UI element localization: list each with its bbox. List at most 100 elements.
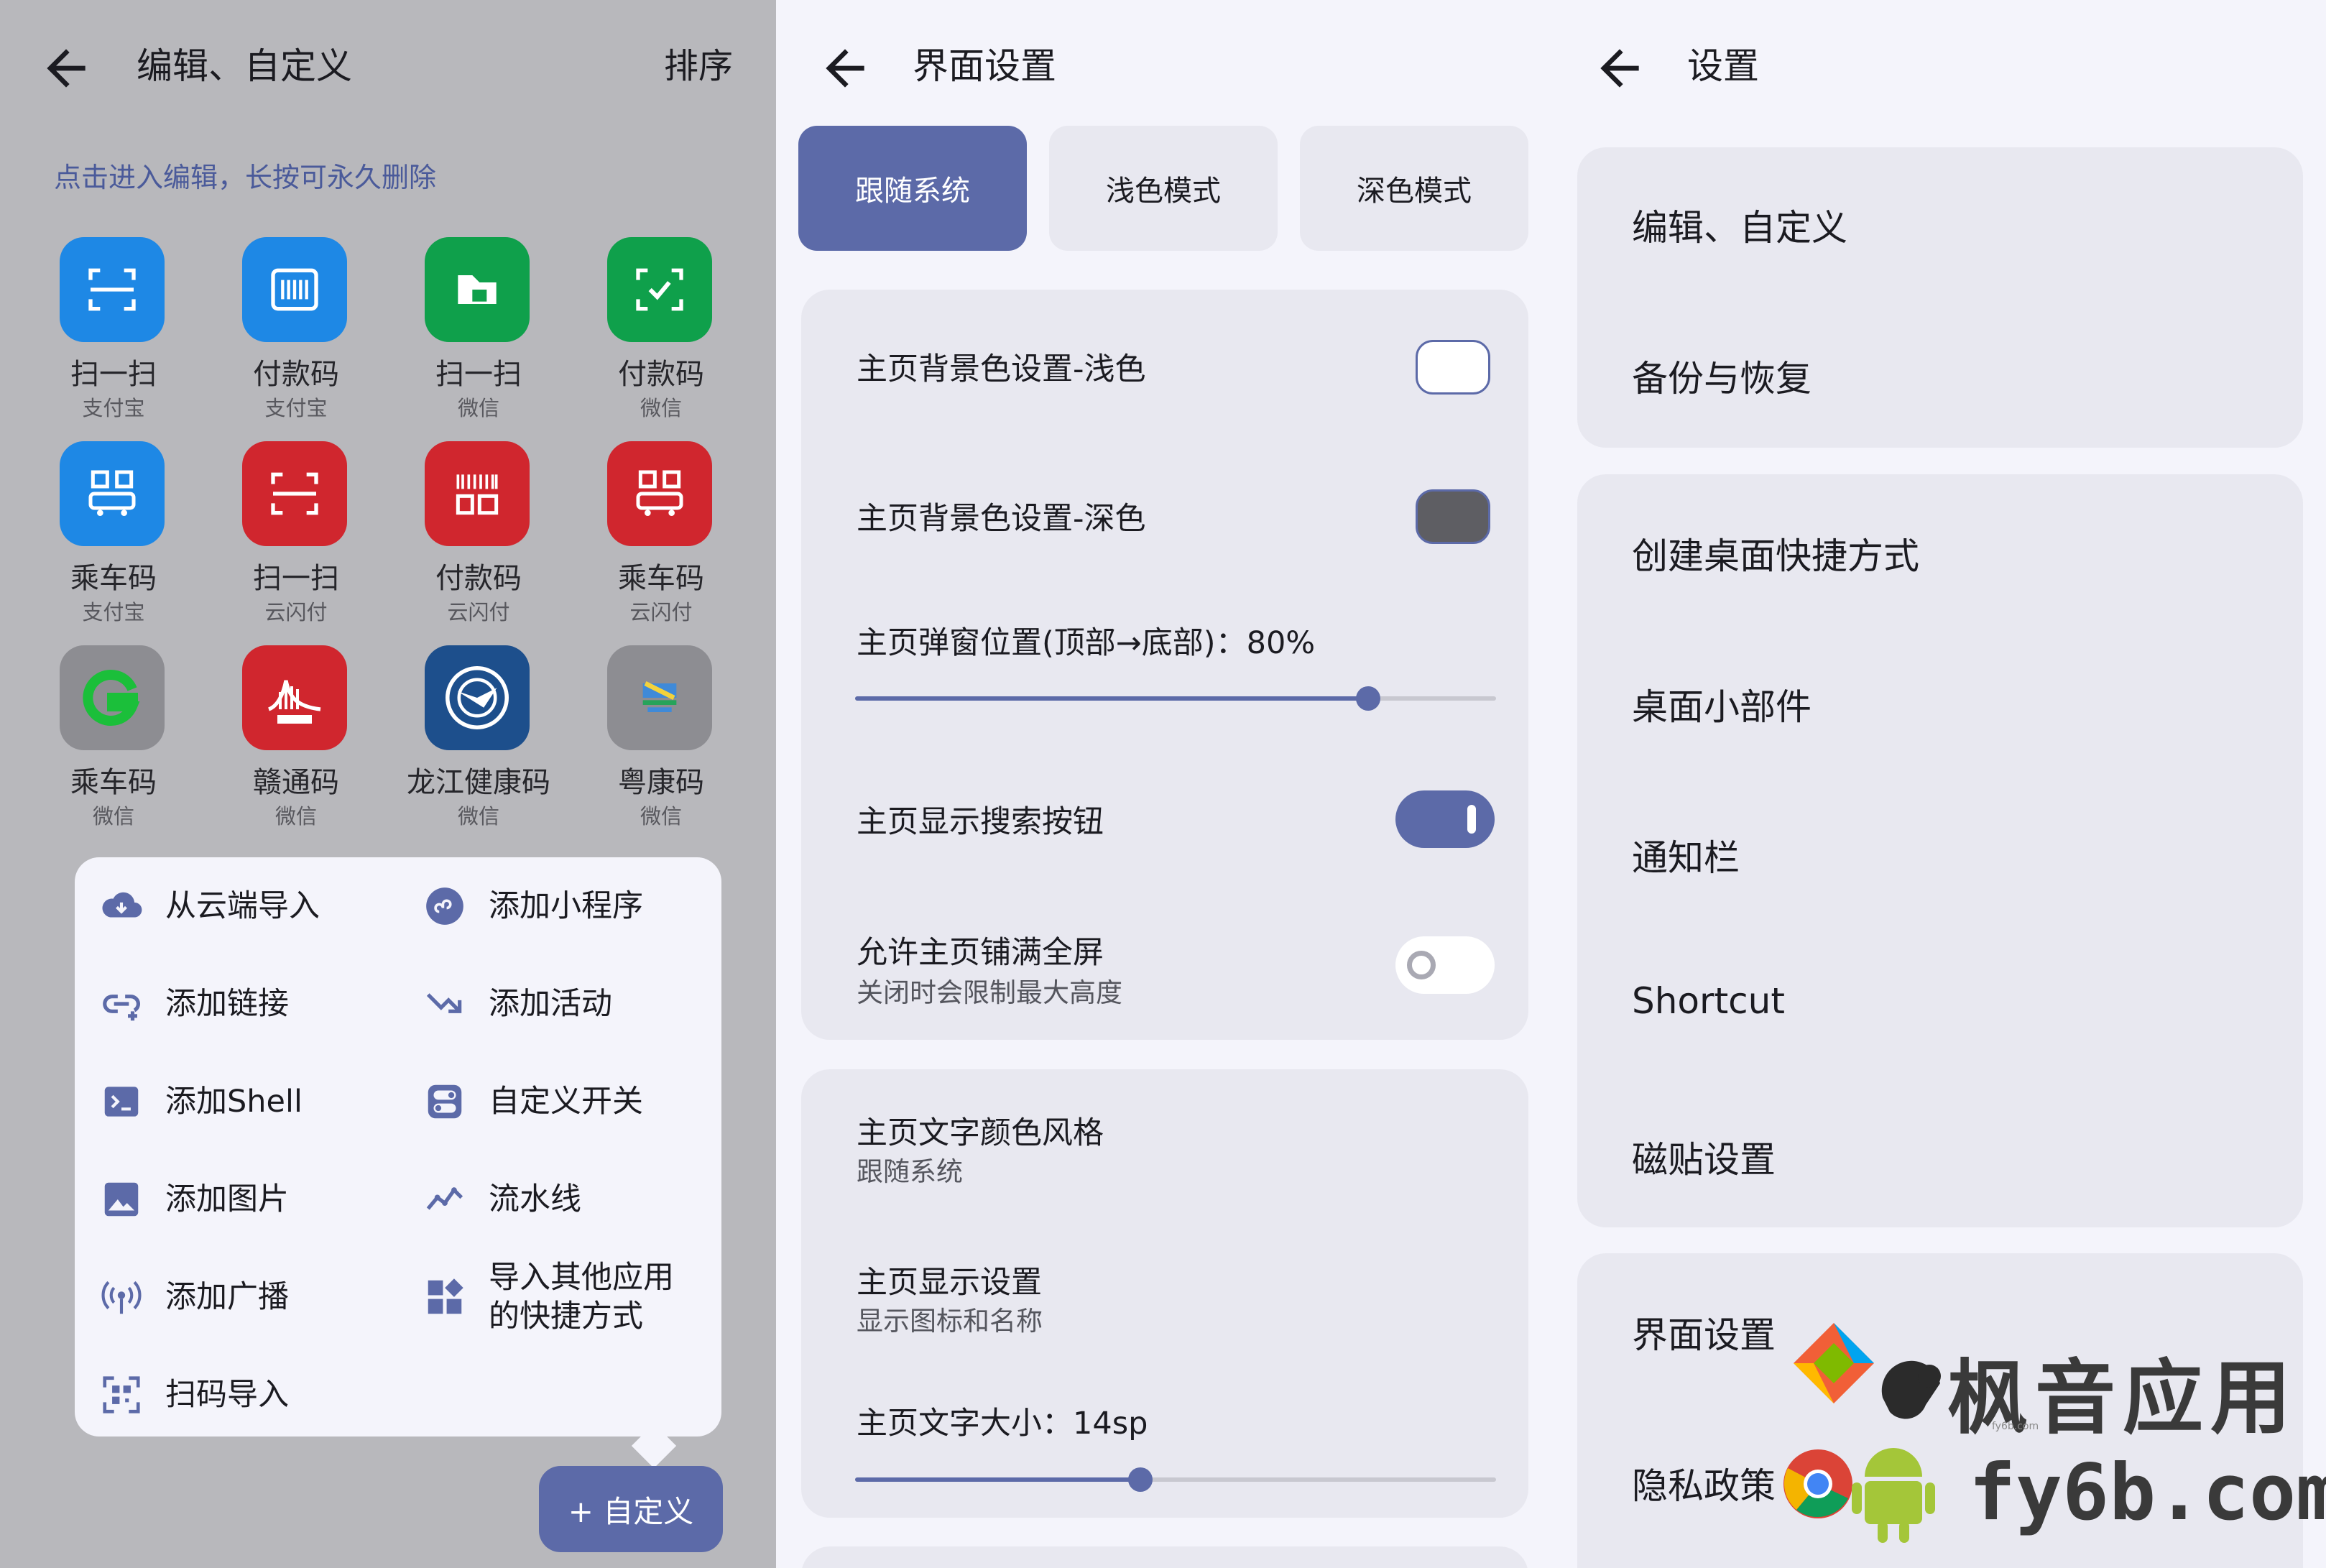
settings-item-shortcut[interactable]: Shortcut xyxy=(1632,980,1785,1022)
green-g-logo-icon xyxy=(60,645,165,750)
toggle-knob xyxy=(1407,951,1436,979)
app-source: 微信 xyxy=(640,804,682,829)
app-source: 云闪付 xyxy=(447,600,510,624)
segment-light-mode[interactable]: 浅色模式 xyxy=(1049,126,1278,251)
text-size-slider[interactable] xyxy=(855,1467,1496,1492)
slider-fill xyxy=(855,1477,1140,1482)
app-name: 龙江健康码 xyxy=(407,766,550,799)
back-arrow-icon[interactable] xyxy=(37,40,95,97)
menu-item-scan-import[interactable]: 扫码导入 xyxy=(99,1359,289,1431)
slider-fill xyxy=(855,696,1368,701)
light-bg-color-swatch[interactable] xyxy=(1416,340,1490,395)
app-tile[interactable]: 扫一扫 云闪付 xyxy=(217,434,375,628)
fullscreen-sublabel: 关闭时会限制最大高度 xyxy=(857,977,1122,1008)
app-source: 微信 xyxy=(457,396,499,420)
top-app-bar: 界面设置 xyxy=(776,0,1551,137)
barcode-icon xyxy=(242,237,347,342)
settings-card-appearance: 主页背景色设置-浅色 主页背景色设置-深色 主页弹窗位置(顶部→底部)：80% … xyxy=(801,290,1528,1040)
app-source: 微信 xyxy=(92,804,134,829)
menu-item-mini-program[interactable]: 添加小程序 xyxy=(423,870,643,942)
app-name: 乘车码 xyxy=(618,562,704,595)
app-tile[interactable]: 付款码 支付宝 xyxy=(217,230,375,424)
page-title: 设置 xyxy=(1687,45,1759,87)
settings-item-interface[interactable]: 界面设置 xyxy=(1632,1306,1776,1358)
customize-fab-button[interactable]: + 自定义 xyxy=(539,1466,723,1552)
back-arrow-icon[interactable] xyxy=(816,40,874,97)
popup-position-label: 主页弹窗位置(顶部→底部)：80% xyxy=(857,625,1316,661)
app-name: 付款码 xyxy=(253,358,339,391)
app-name: 乘车码 xyxy=(70,766,157,799)
settings-item-tile[interactable]: 磁贴设置 xyxy=(1632,1131,1776,1183)
add-menu-popup: 从云端导入 添加小程序 添加链接 添加活动 添加Shell 自定义开关 添加图片… xyxy=(75,857,721,1436)
app-name: 粤康码 xyxy=(618,766,704,799)
menu-item-add-image[interactable]: 添加图片 xyxy=(99,1163,289,1235)
app-tile[interactable]: 扫一扫 支付宝 xyxy=(34,230,193,424)
app-name: 扫一扫 xyxy=(435,358,522,391)
app-tile[interactable]: 龙江健康码 微信 xyxy=(400,638,558,832)
scan-icon xyxy=(60,237,165,342)
app-source: 云闪付 xyxy=(629,600,693,624)
watermark-url: fy6b.com xyxy=(1969,1448,2326,1538)
qr-scan-icon xyxy=(99,1373,144,1417)
app-name: 扫一扫 xyxy=(253,562,339,595)
screenshot-composite: 编辑、自定义 排序 点击进入编辑，长按可永久删除 扫一扫 支付宝 付款码 支付宝 xyxy=(0,0,2326,1568)
settings-item-widget[interactable]: 桌面小部件 xyxy=(1632,678,1812,730)
scan-icon xyxy=(242,441,347,546)
activity-arrow-icon xyxy=(423,982,467,1026)
display-settings-label[interactable]: 主页显示设置 xyxy=(857,1258,1042,1302)
page-title: 编辑、自定义 xyxy=(137,45,352,87)
app-tile[interactable]: 付款码 云闪付 xyxy=(400,434,558,628)
menu-item-pipeline[interactable]: 流水线 xyxy=(423,1163,581,1235)
bus-qr-icon xyxy=(607,441,712,546)
back-arrow-icon[interactable] xyxy=(1591,40,1648,97)
segment-dark-mode[interactable]: 深色模式 xyxy=(1300,126,1528,251)
slider-thumb[interactable] xyxy=(1127,1467,1153,1492)
mini-program-icon xyxy=(423,884,467,928)
app-tile[interactable]: 付款码 微信 xyxy=(582,230,740,424)
menu-item-custom-switch[interactable]: 自定义开关 xyxy=(423,1066,643,1138)
segment-follow-system[interactable]: 跟随系统 xyxy=(798,126,1027,251)
app-source: 支付宝 xyxy=(82,396,145,420)
show-search-label: 主页显示搜索按钮 xyxy=(857,804,1104,840)
settings-item-backup-restore[interactable]: 备份与恢复 xyxy=(1632,350,1812,402)
app-tile[interactable]: 乘车码 微信 xyxy=(34,638,193,832)
text-color-style-label[interactable]: 主页文字颜色风格 xyxy=(857,1108,1104,1153)
scan-icon xyxy=(425,237,530,342)
app-source: 微信 xyxy=(640,396,682,420)
site-watermark: 枫音应用 fy6b.com fy6b.com xyxy=(1775,1319,2326,1568)
toggle-knob xyxy=(1467,805,1476,834)
menu-item-add-broadcast[interactable]: 添加广播 xyxy=(99,1261,289,1333)
settings-item-privacy[interactable]: 隐私政策 xyxy=(1632,1457,1776,1509)
slider-thumb[interactable] xyxy=(1355,686,1380,711)
top-app-bar: 设置 xyxy=(1551,0,2326,137)
menu-item-add-shell[interactable]: 添加Shell xyxy=(99,1066,303,1138)
dark-bg-label: 主页背景色设置-深色 xyxy=(857,501,1146,537)
terminal-icon xyxy=(99,1079,144,1124)
app-name: 赣通码 xyxy=(253,766,339,799)
menu-item-import-cloud[interactable]: 从云端导入 xyxy=(99,870,320,942)
menu-item-add-activity[interactable]: 添加活动 xyxy=(423,968,612,1040)
popup-position-slider[interactable] xyxy=(855,686,1496,711)
settings-item-notification[interactable]: 通知栏 xyxy=(1632,829,1740,881)
app-tile[interactable]: 扫一扫 微信 xyxy=(400,230,558,424)
app-tile[interactable]: 乘车码 云闪付 xyxy=(582,434,740,628)
fullscreen-label: 允许主页铺满全屏 xyxy=(857,935,1104,971)
app-name: 扫一扫 xyxy=(70,358,157,391)
settings-item-desktop-shortcut[interactable]: 创建桌面快捷方式 xyxy=(1632,527,1919,579)
dark-bg-color-swatch[interactable] xyxy=(1416,489,1490,544)
menu-item-add-link[interactable]: 添加链接 xyxy=(99,968,289,1040)
text-size-label: 主页文字大小：14sp xyxy=(857,1406,1148,1442)
app-name: 付款码 xyxy=(618,358,704,391)
show-search-toggle[interactable] xyxy=(1395,790,1495,848)
cloud-download-icon xyxy=(99,884,144,928)
fullscreen-toggle[interactable] xyxy=(1395,936,1495,994)
menu-item-import-shortcuts[interactable]: 导入其他应用 的快捷方式 xyxy=(423,1245,674,1349)
sort-button[interactable]: 排序 xyxy=(664,43,733,89)
settings-item-edit-customize[interactable]: 编辑、自定义 xyxy=(1632,199,1847,251)
app-tile[interactable]: 粤康码 微信 xyxy=(582,638,740,832)
app-source: 微信 xyxy=(274,804,317,829)
app-tile[interactable]: 赣通码 微信 xyxy=(217,638,375,832)
app-tile[interactable]: 乘车码 支付宝 xyxy=(34,434,193,628)
bus-qr-icon xyxy=(60,441,165,546)
app-name: 付款码 xyxy=(435,562,522,595)
